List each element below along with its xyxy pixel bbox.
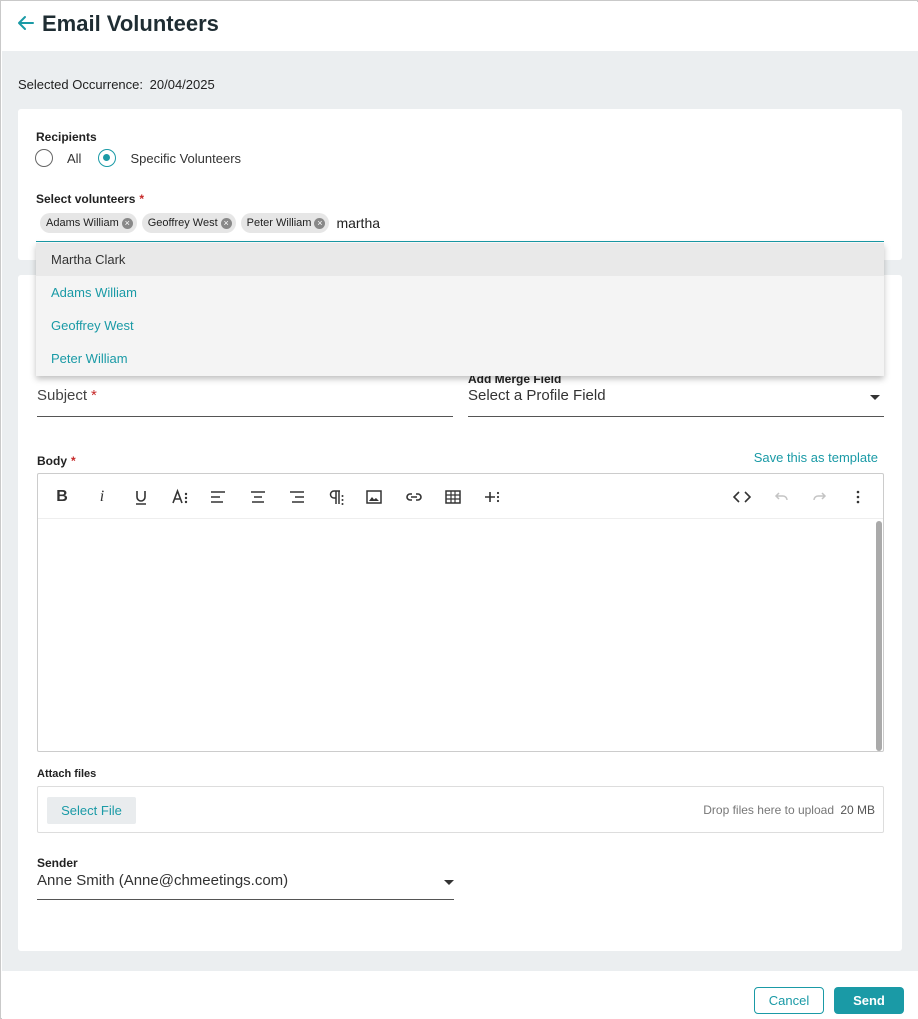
code-view-icon[interactable] <box>732 487 752 507</box>
chip-label: Peter William <box>246 217 312 229</box>
send-button[interactable]: Send <box>834 987 904 1014</box>
select-file-button[interactable]: Select File <box>47 797 136 824</box>
occurrence-value: 20/04/2025 <box>149 77 215 92</box>
font-size-icon[interactable] <box>170 487 190 507</box>
more-vertical-icon[interactable] <box>848 487 868 507</box>
dropdown-option[interactable]: Adams William <box>36 276 884 309</box>
table-icon[interactable] <box>443 487 463 507</box>
main-content: Selected Occurrence: 20/04/2025 Recipien… <box>2 51 918 971</box>
chip-peter-william: Peter William × <box>240 213 330 233</box>
redo-icon[interactable] <box>810 487 830 507</box>
paragraph-icon[interactable] <box>326 487 346 507</box>
drop-files-text: Drop files here to upload <box>703 803 834 817</box>
arrow-left-icon[interactable] <box>16 13 36 33</box>
align-left-icon[interactable] <box>208 487 228 507</box>
select-volunteers-label-text: Select volunteers <box>36 192 136 206</box>
dropdown-option[interactable]: Martha Clark <box>36 243 884 276</box>
merge-field-select[interactable]: Select a Profile Field <box>468 387 884 417</box>
link-icon[interactable] <box>404 487 424 507</box>
subject-required-mark: * <box>91 387 97 404</box>
caret-down-icon <box>870 395 880 400</box>
select-volunteers-label: Select volunteers * <box>36 192 144 206</box>
radio-specific-volunteers-label[interactable]: Specific Volunteers <box>130 151 241 166</box>
recipients-label: Recipients <box>36 130 97 144</box>
save-as-template-link[interactable]: Save this as template <box>754 450 878 465</box>
editor-scrollbar[interactable] <box>876 521 882 751</box>
radio-all[interactable] <box>35 149 53 167</box>
image-icon[interactable] <box>364 487 384 507</box>
radio-all-label[interactable]: All <box>67 151 81 166</box>
underline-icon[interactable] <box>131 487 151 507</box>
x-circle-icon[interactable]: × <box>314 217 326 229</box>
bold-icon[interactable]: B <box>52 487 72 507</box>
chip-label: Geoffrey West <box>147 217 218 229</box>
align-center-icon[interactable] <box>248 487 268 507</box>
subject-input[interactable]: Subject * <box>37 387 453 417</box>
body-label: Body * <box>37 454 76 468</box>
body-label-text: Body <box>37 454 67 468</box>
volunteer-search-input[interactable]: martha <box>336 213 380 233</box>
body-required-mark: * <box>71 454 76 468</box>
sender-select[interactable]: Anne Smith (Anne@chmeetings.com) <box>37 872 454 900</box>
sender-label: Sender <box>37 856 78 870</box>
attach-files-label: Attach files <box>37 768 97 780</box>
x-circle-icon[interactable]: × <box>220 217 232 229</box>
chip-geoffrey-west: Geoffrey West × <box>141 213 236 233</box>
align-right-icon[interactable] <box>287 487 307 507</box>
attach-dropzone[interactable]: Select File Drop files here to upload 20… <box>37 786 884 833</box>
cancel-button[interactable]: Cancel <box>754 987 824 1014</box>
volunteer-multiselect[interactable]: Adams William × Geoffrey West × Peter Will… <box>36 213 884 242</box>
email-card: Add Merge Field Subject * Select a Profil… <box>18 275 902 951</box>
chip-label: Adams William <box>46 217 119 229</box>
caret-down-icon <box>444 880 454 885</box>
required-mark: * <box>139 192 145 206</box>
window: Email Volunteers Selected Occurrence: 20… <box>0 0 918 1019</box>
size-limit-text: 20 MB <box>840 803 875 817</box>
recipients-radio-group: All Specific Volunteers <box>35 149 258 167</box>
page-header: Email Volunteers <box>2 2 918 51</box>
chip-adams-william: Adams William × <box>40 213 137 233</box>
x-circle-icon[interactable]: × <box>121 217 133 229</box>
dropdown-option[interactable]: Peter William <box>36 342 884 375</box>
insert-more-icon[interactable] <box>482 487 502 507</box>
page-footer: Cancel Send <box>2 971 918 1019</box>
volunteer-dropdown: Martha Clark Adams William Geoffrey West… <box>36 243 884 376</box>
body-editor[interactable]: B i <box>37 473 884 752</box>
sender-value: Anne Smith (Anne@chmeetings.com) <box>37 872 289 889</box>
merge-field-value: Select a Profile Field <box>468 387 606 404</box>
undo-icon[interactable] <box>771 487 791 507</box>
dropdown-option[interactable]: Geoffrey West <box>36 309 884 342</box>
subject-placeholder: Subject <box>37 387 88 404</box>
occurrence-label: Selected Occurrence: <box>18 77 144 92</box>
italic-icon[interactable]: i <box>92 487 112 507</box>
selected-occurrence: Selected Occurrence: 20/04/2025 <box>18 77 215 92</box>
page-title: Email Volunteers <box>42 11 219 36</box>
radio-specific-volunteers[interactable] <box>98 149 117 167</box>
editor-toolbar: B i <box>38 474 883 519</box>
